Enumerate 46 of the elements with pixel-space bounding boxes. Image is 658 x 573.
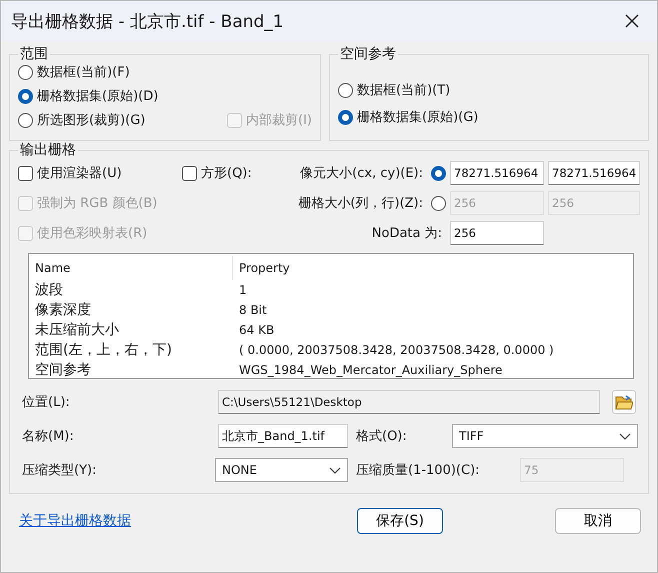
table-cell-text: 64 KB xyxy=(238,323,274,337)
field-label: NoData 为: xyxy=(370,225,443,242)
field-label: 名称(M): xyxy=(21,428,75,445)
field-label: 压缩类型(Y): xyxy=(21,462,98,479)
input-field[interactable]: 78271.516964 xyxy=(548,161,640,185)
group-title: 范围 xyxy=(19,45,49,63)
table-cell-text: 波段 xyxy=(34,281,64,299)
radio-option[interactable]: 数据框(当前)(F) xyxy=(18,63,130,81)
close-icon[interactable] xyxy=(625,14,639,28)
name-field[interactable]: 北京市_Band_1.tif xyxy=(218,424,348,448)
radio-option[interactable]: 数据框(当前)(T) xyxy=(338,81,640,99)
folder-icon xyxy=(615,394,633,410)
table-cell-text: 未压缩前大小 xyxy=(34,321,120,339)
group-title: 空间参考 xyxy=(339,45,397,63)
format-dropdown[interactable]: TIFF xyxy=(452,424,638,448)
compression-dropdown[interactable]: NONE xyxy=(215,458,348,482)
table-cell-text: 像素深度 xyxy=(34,301,92,319)
radio-option[interactable]: 像元大小(cx, cy)(E): xyxy=(278,164,446,182)
help-link[interactable]: 关于导出栅格数据 xyxy=(19,512,131,530)
folder-button[interactable] xyxy=(612,390,636,414)
dialog-button[interactable]: 取消 xyxy=(555,508,641,534)
radio-option[interactable]: 所选图形(裁剪)(G) xyxy=(18,111,146,129)
column-header[interactable]: Property xyxy=(233,261,290,275)
window-title: 导出栅格数据 - 北京市.tif - Band_1 xyxy=(11,10,285,32)
table-cell-text: ( 0.0000, 20037508.3428, 20037508.3428, 0.0000 ) xyxy=(238,343,554,357)
table-cell-text: WGS_1984_Web_Mercator_Auxiliary_Sphere xyxy=(238,363,502,377)
field-label: 压缩质量(1-100)(C): xyxy=(355,462,481,479)
table-cell-text: 空间参考 xyxy=(34,361,92,379)
table-cell-text: 1 xyxy=(238,283,247,297)
field-label: 格式(O): xyxy=(355,428,408,445)
checkbox-option[interactable]: 使用渲染器(U) xyxy=(18,164,178,182)
table-cell-text: 8 Bit xyxy=(238,303,267,317)
input-field[interactable]: 78271.516964 xyxy=(450,161,544,185)
field-label: 位置(L): xyxy=(21,394,71,411)
column-header[interactable]: Name xyxy=(29,256,233,280)
input-field[interactable]: 256 xyxy=(450,221,544,245)
radio-option[interactable]: 栅格大小(列，行)(Z): xyxy=(278,194,446,212)
checkbox-option[interactable]: 方形(Q): xyxy=(182,164,274,182)
caret-icon xyxy=(619,432,631,440)
dialog-button[interactable]: 保存(S) xyxy=(357,508,443,534)
caret-icon xyxy=(329,466,341,474)
location-field[interactable]: C:\Users\55121\Desktop xyxy=(218,390,600,414)
radio-option[interactable]: 栅格数据集(原始)(G) xyxy=(338,108,640,126)
radio-option[interactable]: 栅格数据集(原始)(D) xyxy=(18,87,158,105)
table-cell-text: 范围(左，上，右，下) xyxy=(34,341,173,359)
group-title: 输出栅格 xyxy=(19,141,77,159)
